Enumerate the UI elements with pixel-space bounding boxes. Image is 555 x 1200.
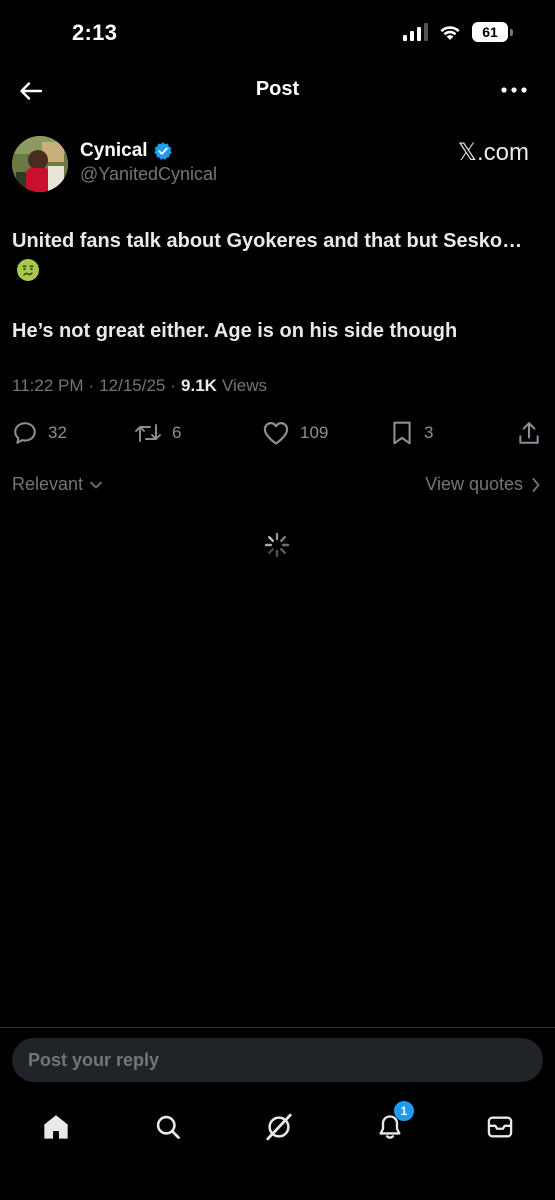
header: Post — [0, 66, 555, 114]
sort-dropdown[interactable]: Relevant — [12, 474, 103, 495]
battery-level: 61 — [472, 22, 508, 42]
author-handle[interactable]: @YanitedCynical — [80, 164, 217, 185]
author-name-row: Cynical — [80, 140, 173, 162]
source-link[interactable]: 𝕏.com — [458, 138, 529, 167]
bookmark-count: 3 — [424, 423, 434, 442]
home-icon — [44, 1115, 68, 1139]
notification-badge: 1 — [394, 1101, 414, 1121]
chevron-right-icon — [532, 477, 540, 492]
loading-spinner-icon — [264, 532, 290, 558]
post-meta: 11:22 PM · 12/15/25 · 9.1K Views — [12, 376, 267, 396]
verified-badge-icon — [153, 142, 172, 160]
view-quotes-label: View quotes — [425, 474, 523, 494]
status-icons: 61 — [403, 22, 513, 42]
more-options-button[interactable] — [499, 78, 529, 102]
envelope-icon — [487, 1116, 513, 1138]
reply-count: 32 — [48, 423, 67, 442]
repost-button[interactable]: 6 — [134, 421, 181, 445]
chevron-down-icon — [90, 481, 102, 488]
post-line-1: United fans talk about Gyokeres and that… — [12, 230, 523, 252]
grok-icon — [266, 1113, 292, 1141]
comment-icon — [14, 422, 36, 444]
status-time: 2:13 — [72, 20, 118, 45]
like-count: 109 — [300, 423, 329, 442]
cellular-signal-icon — [403, 23, 428, 41]
avatar[interactable] — [12, 136, 68, 192]
repost-icon — [135, 424, 161, 442]
tab-search[interactable] — [138, 1107, 198, 1147]
action-bar: 32 6 109 3 — [12, 416, 541, 450]
heart-icon — [263, 421, 289, 445]
reply-input[interactable] — [12, 1038, 543, 1082]
reply-composer — [0, 1027, 555, 1093]
tab-notifications[interactable]: 1 — [360, 1101, 420, 1147]
sort-label: Relevant — [12, 474, 84, 494]
post-author: Cynical @YanitedCynical 𝕏.com — [12, 132, 535, 192]
views-label: Views — [221, 376, 268, 395]
repost-count: 6 — [172, 423, 182, 442]
view-quotes-link[interactable]: View quotes — [425, 474, 541, 495]
tab-home[interactable] — [26, 1107, 86, 1147]
meta-separator: · — [88, 376, 95, 395]
share-button[interactable] — [517, 420, 541, 446]
reply-button[interactable]: 32 — [12, 420, 67, 446]
like-button[interactable]: 109 — [262, 420, 328, 446]
wifi-icon — [440, 26, 460, 40]
share-icon — [519, 422, 539, 444]
bottom-tab-bar: 1 — [0, 1093, 555, 1200]
post-date: 12/15/25 — [99, 376, 166, 395]
nauseated-face-emoji-icon — [16, 258, 40, 282]
tab-messages[interactable] — [470, 1107, 530, 1147]
author-name[interactable]: Cynical — [80, 140, 148, 162]
post-line-2: He’s not great either. Age is on his sid… — [12, 320, 458, 342]
post-time: 11:22 PM — [12, 376, 84, 395]
views-count[interactable]: 9.1K — [181, 376, 217, 396]
battery-icon: 61 — [472, 22, 513, 42]
search-icon — [156, 1115, 180, 1139]
page-title: Post — [255, 78, 300, 100]
status-bar: 2:13 61 — [0, 0, 555, 66]
avatar-image — [12, 136, 68, 192]
tab-grok[interactable] — [249, 1107, 309, 1147]
more-horizontal-icon — [501, 87, 527, 93]
bookmark-icon — [393, 421, 411, 445]
meta-separator: · — [170, 376, 177, 395]
bookmark-button[interactable]: 3 — [390, 420, 433, 446]
post-text: United fans talk about Gyokeres and that… — [12, 226, 535, 346]
replies-filter-row: Relevant View quotes — [12, 472, 541, 498]
